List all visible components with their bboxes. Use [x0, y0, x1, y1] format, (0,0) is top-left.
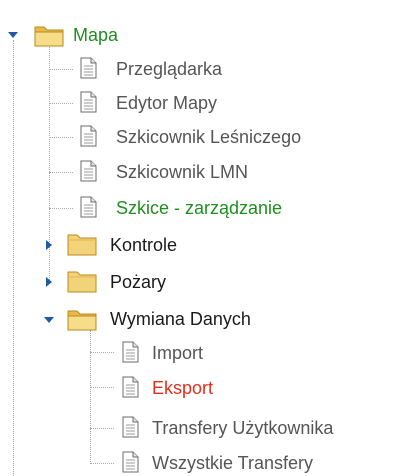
- document-icon: [80, 196, 97, 218]
- expand-toggle-kontrole[interactable]: [44, 240, 54, 250]
- document-icon: [80, 57, 97, 79]
- tree-connector: [49, 172, 73, 173]
- folder-closed-icon: [67, 271, 97, 293]
- tree-connector: [90, 428, 114, 429]
- folder-open-icon: [67, 310, 97, 331]
- tree-line-wymiana-children: [90, 330, 91, 464]
- tree-connector: [90, 463, 114, 464]
- document-icon: [122, 341, 139, 363]
- folder-open-icon: [34, 26, 64, 47]
- tree-connector: [90, 352, 114, 353]
- document-icon: [80, 125, 97, 147]
- triangle-down-icon: [8, 32, 18, 38]
- collapse-toggle-wymiana-danych[interactable]: [44, 315, 54, 325]
- tree-item-wszystkie-transfery[interactable]: Wszystkie Transfery: [152, 451, 313, 475]
- tree-item-kontrole[interactable]: Kontrole: [110, 233, 177, 257]
- tree-item-eksport[interactable]: Eksport: [152, 376, 213, 400]
- triangle-right-icon: [46, 277, 52, 287]
- document-icon: [80, 91, 97, 113]
- tree-line-root: [13, 40, 14, 476]
- collapse-toggle-mapa[interactable]: [8, 30, 18, 40]
- tree-item-import[interactable]: Import: [152, 341, 203, 365]
- navigation-tree: Mapa Przeglądarka Edytor Mapy Szkicownik…: [0, 0, 396, 476]
- document-icon: [122, 376, 139, 398]
- tree-item-szkice-zarzadzanie[interactable]: Szkice - zarządzanie: [116, 196, 282, 220]
- tree-item-edytor-mapy[interactable]: Edytor Mapy: [116, 91, 217, 115]
- folder-closed-icon: [67, 234, 97, 256]
- triangle-down-icon: [44, 317, 54, 323]
- tree-item-szkicownik-lmn[interactable]: Szkicownik LMN: [116, 160, 248, 184]
- document-icon: [122, 451, 139, 473]
- expand-toggle-pozary[interactable]: [44, 277, 54, 287]
- document-icon: [122, 416, 139, 438]
- triangle-right-icon: [46, 240, 52, 250]
- tree-connector: [49, 208, 73, 209]
- document-icon: [80, 160, 97, 182]
- tree-item-wymiana-danych[interactable]: Wymiana Danych: [110, 307, 251, 331]
- tree-connector: [49, 103, 73, 104]
- tree-item-mapa[interactable]: Mapa: [73, 23, 118, 47]
- tree-item-transfery-uzytkownika[interactable]: Transfery Użytkownika: [152, 416, 333, 440]
- tree-item-pozary[interactable]: Pożary: [110, 270, 166, 294]
- tree-connector: [49, 69, 73, 70]
- tree-item-szkicownik-lesniczego[interactable]: Szkicownik Leśniczego: [116, 125, 301, 149]
- tree-connector: [90, 387, 114, 388]
- tree-connector: [49, 137, 73, 138]
- tree-item-przegladarka[interactable]: Przeglądarka: [116, 57, 222, 81]
